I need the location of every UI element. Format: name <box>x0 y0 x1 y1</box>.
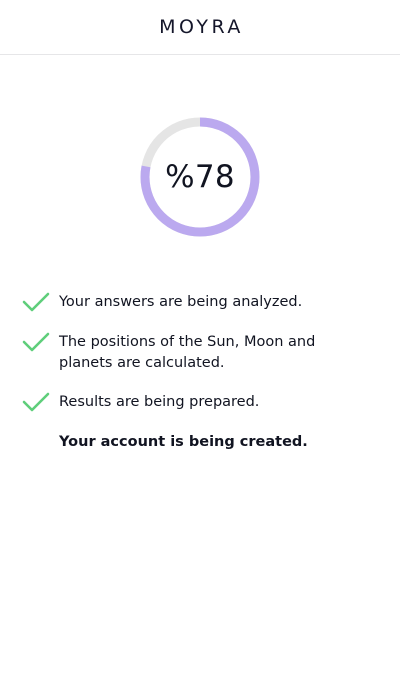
step-item: Your answers are being analyzed. <box>22 290 372 314</box>
check-icon <box>22 392 50 412</box>
step-item: Results are being prepared. <box>22 390 372 414</box>
check-icon <box>22 292 50 312</box>
progress-percentage: %78 <box>165 159 235 195</box>
app-header: MOYRA <box>0 0 400 55</box>
step-item-active: Your account is being created. <box>22 430 372 453</box>
progress-ring: %78 <box>138 115 262 239</box>
step-text: Your answers are being analyzed. <box>59 294 303 310</box>
step-text: The positions of the Sun, Moon and plane… <box>59 334 316 371</box>
step-item: The positions of the Sun, Moon and plane… <box>22 330 372 374</box>
check-icon <box>22 332 50 352</box>
moyra-logo: MOYRA <box>159 16 244 38</box>
step-text: Results are being prepared. <box>59 394 260 410</box>
step-text-active: Your account is being created. <box>59 434 308 450</box>
step-list: Your answers are being analyzed. The pos… <box>22 290 372 469</box>
